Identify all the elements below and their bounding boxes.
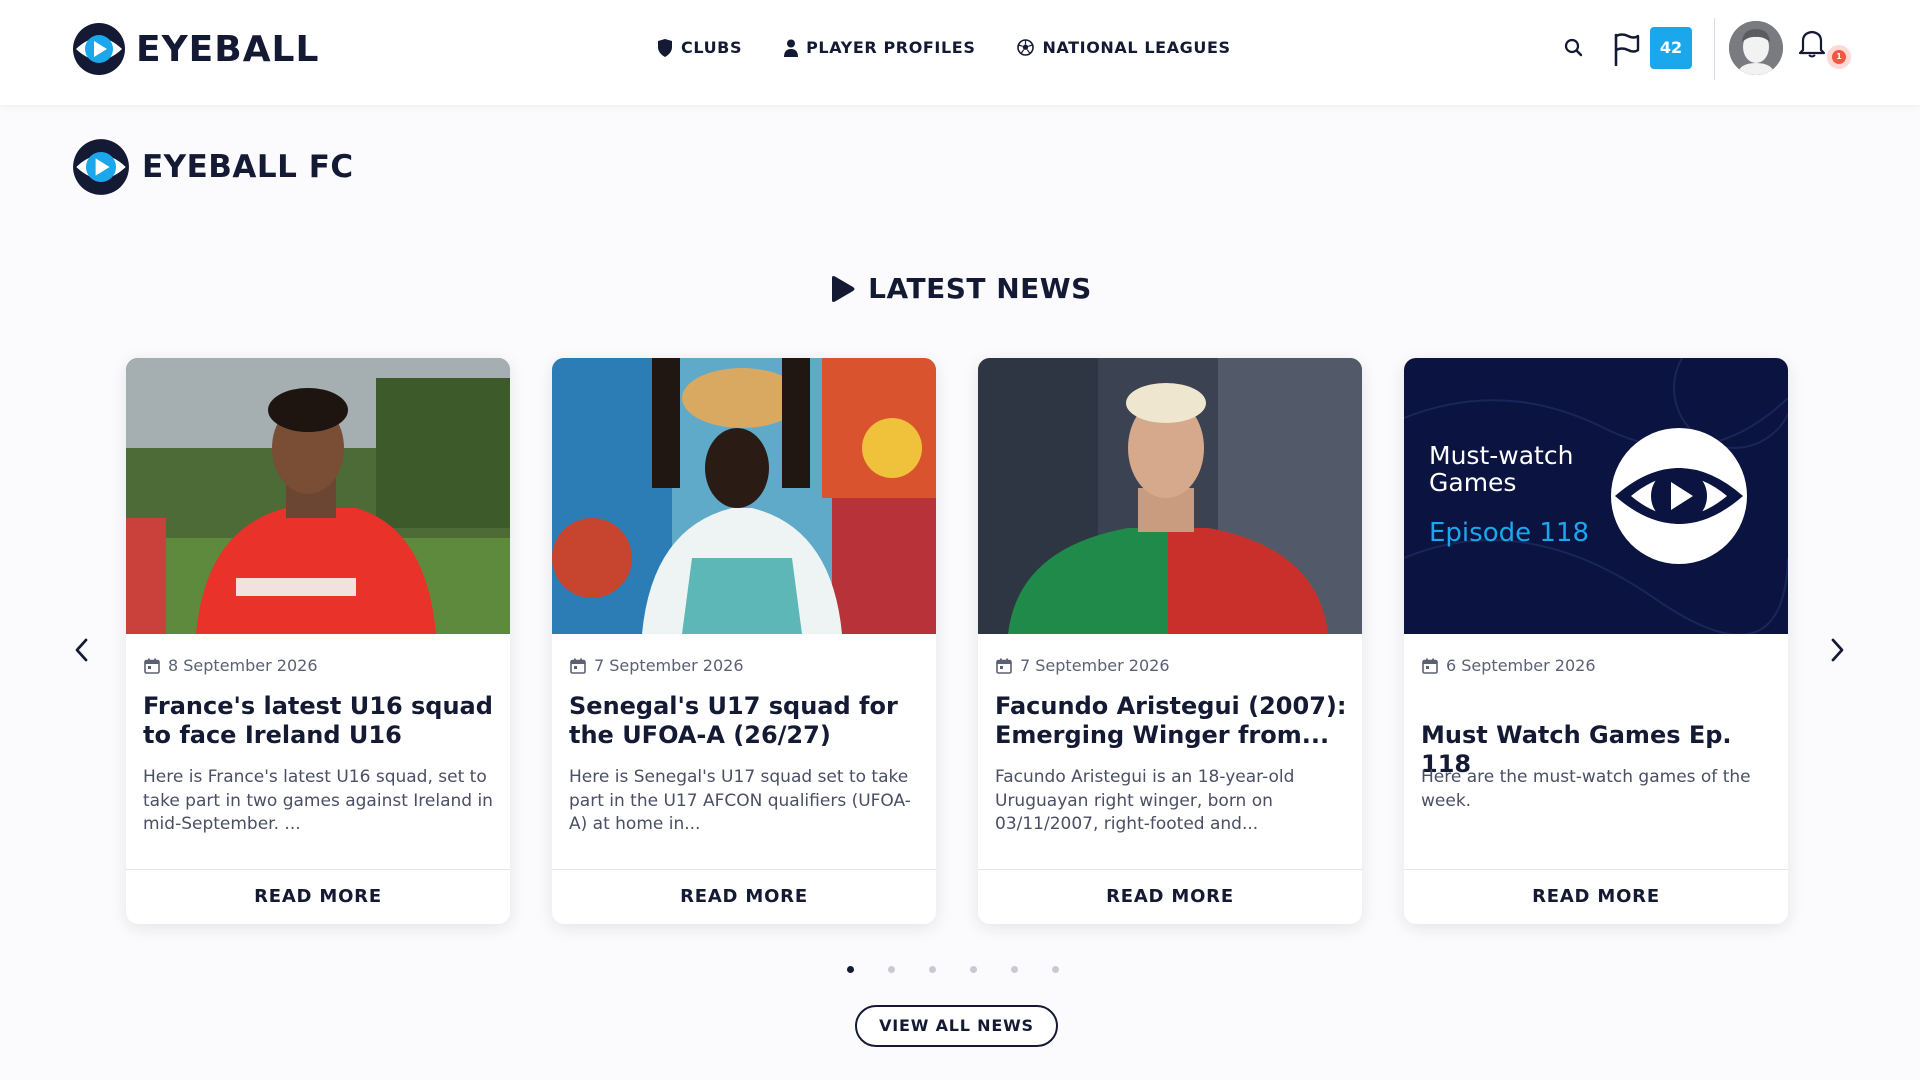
shield-icon: [658, 38, 672, 57]
user-avatar-image: [1729, 21, 1783, 75]
chevron-left-icon: [75, 638, 88, 662]
news-card-date-text: 6 September 2026: [1446, 656, 1596, 675]
club-logo-icon: [73, 139, 129, 195]
news-card-date: 7 September 2026: [570, 656, 744, 675]
section-title: LATEST NEWS: [868, 272, 1092, 305]
nav-link-clubs[interactable]: CLUBS: [657, 38, 742, 57]
news-card-image[interactable]: Must-watch Games Episode 118: [1404, 358, 1788, 634]
eyeball-play-icon: [1611, 428, 1747, 564]
must-watch-episode: Episode 118: [1429, 518, 1589, 548]
search-icon: [1564, 38, 1583, 57]
news-card-date: 8 September 2026: [144, 656, 318, 675]
brand-logo-link[interactable]: EYEBALL: [72, 22, 319, 76]
main-nav: CLUBS PLAYER PROFILES NATIONAL LEAGUES: [657, 38, 1231, 57]
calendar-icon: [1422, 658, 1438, 674]
news-card-date-text: 7 September 2026: [594, 656, 744, 675]
celebration-photo-image: [552, 358, 936, 634]
news-card[interactable]: 7 September 2026 Senegal's U17 squad for…: [552, 358, 936, 924]
read-more-button[interactable]: READ MORE: [978, 870, 1362, 924]
news-card-date-text: 7 September 2026: [1020, 656, 1170, 675]
calendar-icon: [144, 658, 160, 674]
pagination-dot[interactable]: [1011, 966, 1018, 973]
news-card[interactable]: Must-watch Games Episode 118 6 September…: [1404, 358, 1788, 924]
news-card-excerpt: Here is France's latest U16 squad, set t…: [143, 767, 493, 834]
calendar-icon: [570, 658, 586, 674]
top-navigation-bar: EYEBALL CLUBS PLAYER PROFILES NATIONAL L…: [0, 0, 1920, 105]
news-card-title[interactable]: France's latest U16 squad to face Irelan…: [143, 692, 497, 750]
carousel-pagination: [847, 966, 1059, 973]
club-name: EYEBALL FC: [142, 149, 354, 185]
calendar-icon: [996, 658, 1012, 674]
read-more-button[interactable]: READ MORE: [126, 870, 510, 924]
news-card-image[interactable]: [126, 358, 510, 634]
header-divider: [1714, 18, 1715, 80]
eyeball-logo-icon: [73, 23, 125, 75]
pagination-dot[interactable]: [929, 966, 936, 973]
nav-link-label: CLUBS: [681, 38, 743, 57]
club-heading: EYEBALL FC: [72, 138, 354, 196]
news-card-excerpt: Here is Senegal's U17 squad set to take …: [569, 767, 911, 834]
notifications-button[interactable]: [1798, 28, 1826, 62]
soccer-ball-icon: [1017, 39, 1035, 56]
read-more-button[interactable]: READ MORE: [552, 870, 936, 924]
pagination-dot[interactable]: [1052, 966, 1059, 973]
carousel-prev-button[interactable]: [67, 632, 95, 668]
player-photo-image: [126, 358, 510, 634]
carousel-next-button[interactable]: [1824, 632, 1852, 668]
news-card-title[interactable]: Facundo Aristegui (2007): Emerging Winge…: [995, 692, 1349, 750]
news-card-date-text: 8 September 2026: [168, 656, 318, 675]
latest-news-heading: LATEST NEWS: [0, 272, 1920, 305]
pagination-dot[interactable]: [847, 966, 854, 973]
news-card-date: 7 September 2026: [996, 656, 1170, 675]
must-watch-banner: Must-watch Games Episode 118: [1404, 358, 1788, 634]
news-card-date: 6 September 2026: [1422, 656, 1596, 675]
notification-count: 1: [1832, 50, 1846, 64]
news-card[interactable]: 7 September 2026 Facundo Aristegui (2007…: [978, 358, 1362, 924]
person-icon: [784, 39, 799, 57]
flag-button[interactable]: [1612, 32, 1642, 70]
nav-link-label: NATIONAL LEAGUES: [1042, 38, 1231, 57]
user-avatar[interactable]: [1729, 21, 1783, 75]
news-card-excerpt: Facundo Aristegui is an 18-year-old Urug…: [995, 767, 1295, 834]
must-watch-heading: Must-watch Games: [1429, 441, 1574, 497]
news-card-image[interactable]: [552, 358, 936, 634]
notification-badge[interactable]: 1: [1827, 45, 1851, 69]
flag-icon: [1614, 33, 1640, 67]
play-icon: [832, 275, 855, 302]
nav-link-label: PLAYER PROFILES: [806, 38, 976, 57]
read-more-button[interactable]: READ MORE: [1404, 870, 1788, 924]
nav-link-player-profiles[interactable]: PLAYER PROFILES: [784, 38, 975, 57]
nav-link-national-leagues[interactable]: NATIONAL LEAGUES: [1017, 38, 1230, 57]
news-card-title[interactable]: Senegal's U17 squad for the UFOA-A (26/2…: [569, 692, 923, 750]
view-all-news-button[interactable]: VIEW ALL NEWS: [855, 1005, 1058, 1047]
flag-count-badge[interactable]: 42: [1650, 27, 1692, 69]
search-button[interactable]: [1564, 38, 1584, 62]
brand-name: EYEBALL: [136, 28, 320, 70]
news-card[interactable]: 8 September 2026 France's latest U16 squ…: [126, 358, 510, 924]
news-card-image[interactable]: [978, 358, 1362, 634]
news-card-excerpt: Here are the must-watch games of the wee…: [1421, 767, 1751, 811]
player-photo-image: [978, 358, 1362, 634]
pagination-dot[interactable]: [888, 966, 895, 973]
pagination-dot[interactable]: [970, 966, 977, 973]
bell-icon: [1798, 30, 1826, 58]
chevron-right-icon: [1831, 638, 1844, 662]
